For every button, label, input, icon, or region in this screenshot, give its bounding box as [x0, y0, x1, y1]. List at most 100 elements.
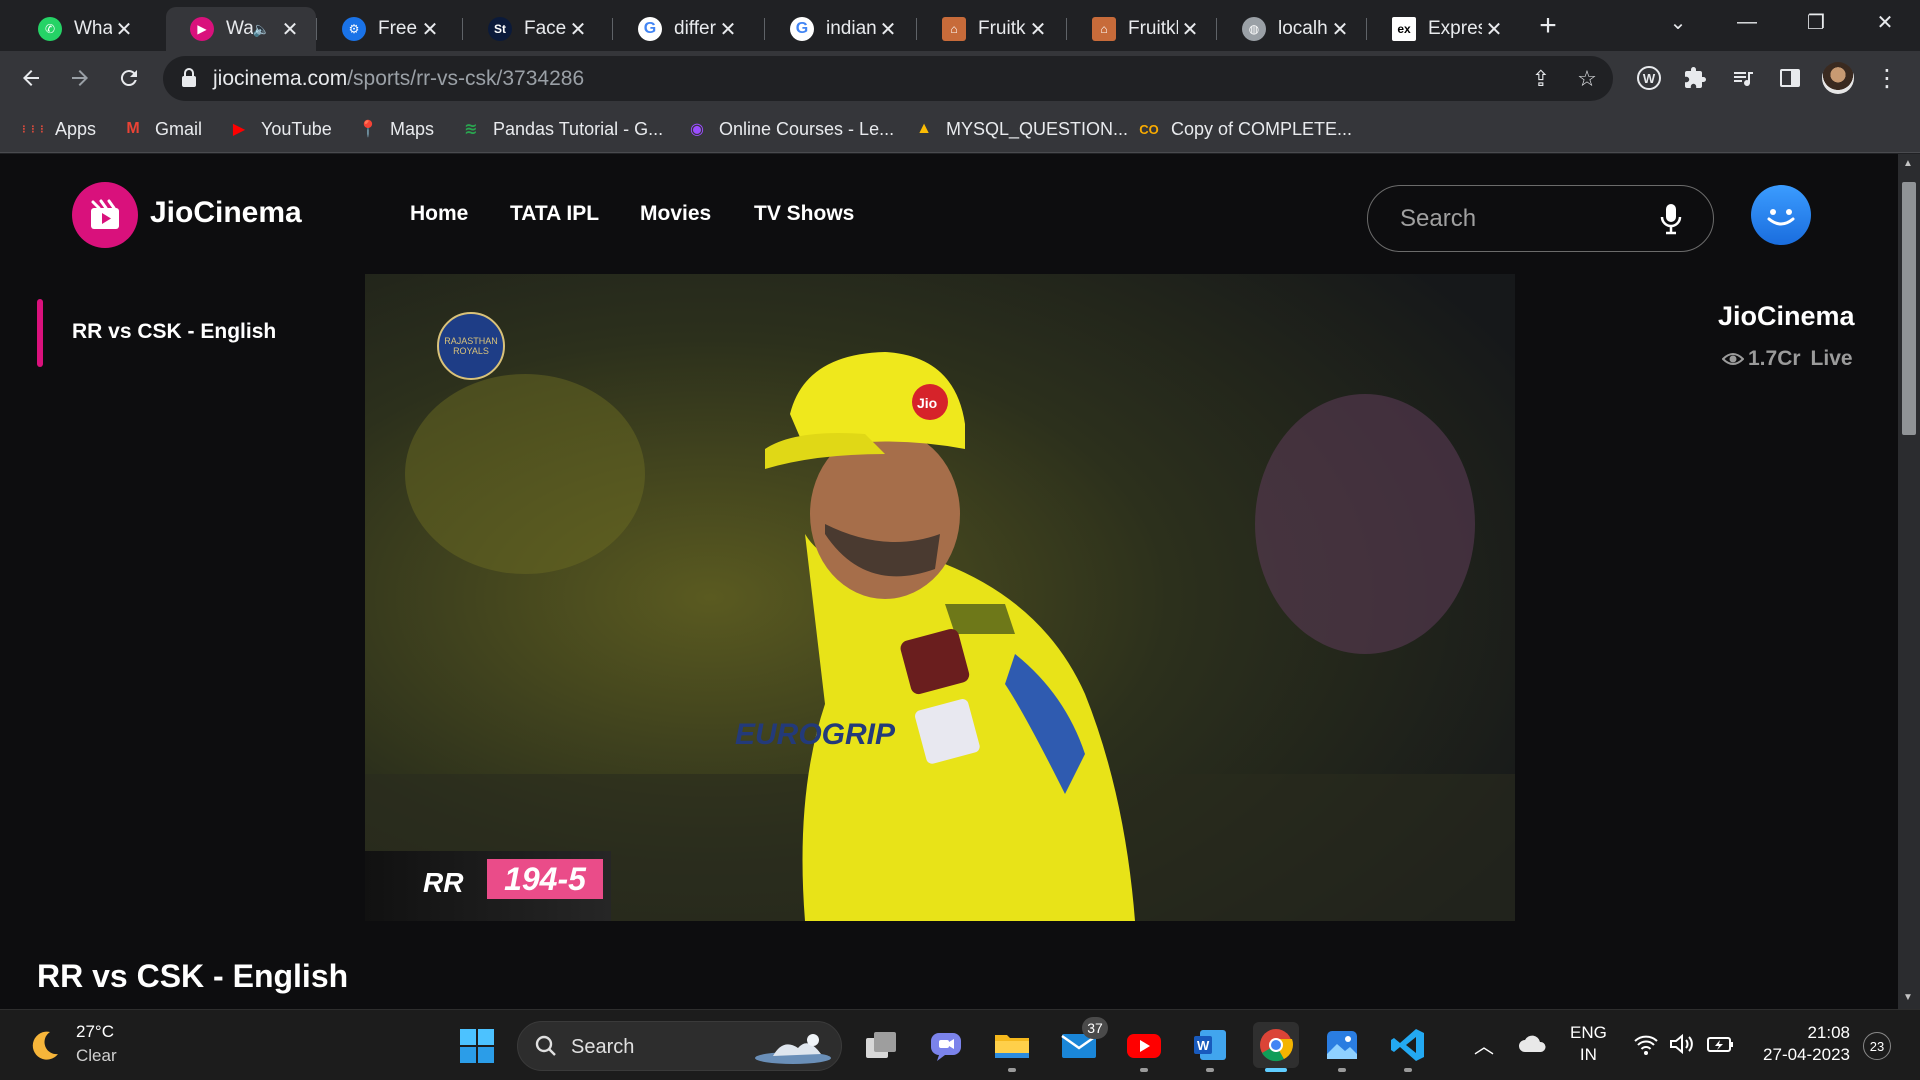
colab-icon: CO: [1139, 121, 1159, 137]
minimize-button[interactable]: —: [1717, 4, 1777, 40]
teams-chat-icon[interactable]: [923, 1022, 969, 1068]
word-icon[interactable]: W: [1187, 1022, 1233, 1072]
close-tab-icon[interactable]: ✕: [112, 17, 136, 41]
side-stream-item[interactable]: RR vs CSK - English: [72, 320, 276, 344]
task-view-icon[interactable]: [858, 1022, 904, 1068]
nav-movies[interactable]: Movies: [640, 202, 711, 226]
chrome-icon[interactable]: [1253, 1022, 1299, 1072]
weather-temperature[interactable]: 27°C: [76, 1022, 114, 1042]
bookmark-item[interactable]: 📍 Maps: [357, 116, 434, 142]
running-indicator: [1206, 1068, 1214, 1072]
browser-tab[interactable]: ⌂ Fruitkh✕: [1068, 7, 1216, 51]
share-icon[interactable]: ⇪: [1527, 65, 1555, 93]
bookmark-item[interactable]: CO Copy of COMPLETE...: [1138, 116, 1352, 142]
bookmark-item[interactable]: M Gmail: [122, 116, 202, 142]
speaker-icon[interactable]: 🔈: [253, 21, 270, 38]
browser-tab[interactable]: ✆ WhatsA✕: [14, 7, 150, 51]
url-text: jiocinema.com/sports/rr-vs-csk/3734286: [213, 67, 584, 91]
close-tab-icon[interactable]: ✕: [566, 17, 590, 41]
back-button[interactable]: [12, 59, 50, 97]
wifi-icon[interactable]: [1633, 1032, 1659, 1056]
url-path: /sports/rr-vs-csk/3734286: [347, 67, 585, 90]
close-tab-icon[interactable]: ✕: [1328, 17, 1352, 41]
browser-tab[interactable]: Gdiffere✕: [614, 7, 754, 51]
system-clock[interactable]: 21:08 27-04-2023: [1750, 1022, 1850, 1066]
close-tab-icon[interactable]: ✕: [278, 17, 302, 41]
rajasthan-royals-logo: RAJASTHAN ROYALS: [437, 312, 505, 380]
tab-separator: [916, 18, 917, 40]
taskbar-search[interactable]: Search: [517, 1021, 842, 1071]
page-scrollbar[interactable]: ▲ ▼: [1898, 154, 1920, 1009]
brand-name[interactable]: JioCinema: [150, 196, 302, 230]
extensions-puzzle-icon[interactable]: [1676, 59, 1714, 97]
weather-description[interactable]: Clear: [76, 1046, 117, 1066]
close-tab-icon[interactable]: ✕: [876, 17, 900, 41]
reload-button[interactable]: [110, 59, 148, 97]
close-tab-icon[interactable]: ✕: [1026, 17, 1050, 41]
video-player[interactable]: Jio EUROGRIP RAJASTHAN ROYALS RR 194-5: [365, 274, 1515, 921]
browser-tab[interactable]: ⚙ Free Ic✕: [318, 7, 456, 51]
notification-count[interactable]: 23: [1863, 1032, 1891, 1060]
extension-w-icon[interactable]: W: [1630, 59, 1668, 97]
tab-title: Expres: [1428, 18, 1482, 39]
address-bar[interactable]: jiocinema.com/sports/rr-vs-csk/3734286 ⇪…: [163, 56, 1613, 101]
jiocinema-logo[interactable]: [72, 182, 138, 248]
moon-weather-icon[interactable]: [26, 1028, 62, 1064]
speaker-volume-icon[interactable]: [1668, 1032, 1696, 1056]
tray-chevron-up-icon[interactable]: ︿: [1474, 1030, 1494, 1059]
photos-icon[interactable]: [1319, 1022, 1365, 1072]
bookmark-item[interactable]: ≋ Pandas Tutorial - G...: [460, 116, 663, 142]
bookmark-item[interactable]: ⋮⋮⋮ Apps: [20, 116, 97, 142]
mail-icon[interactable]: 37: [1056, 1017, 1108, 1068]
new-tab-button[interactable]: +: [1530, 8, 1566, 44]
nav-tata-ipl[interactable]: TATA IPL: [510, 202, 599, 226]
site-search-input[interactable]: [1400, 204, 1650, 234]
browser-tab[interactable]: ◍ localho✕: [1218, 7, 1366, 51]
tab-separator: [1066, 18, 1067, 40]
browser-tab[interactable]: Gindian ✕: [766, 7, 914, 51]
nav-home[interactable]: Home: [410, 202, 468, 226]
tab-search-chevron-icon[interactable]: ⌄: [1648, 4, 1708, 40]
close-window-button[interactable]: ✕: [1855, 4, 1915, 40]
youtube-app-icon[interactable]: [1121, 1022, 1167, 1072]
onedrive-cloud-icon[interactable]: [1518, 1034, 1548, 1054]
view-info: 1.7Cr Live: [1722, 347, 1853, 371]
windows-start-icon[interactable]: [459, 1028, 495, 1064]
bookmark-star-icon[interactable]: ☆: [1573, 65, 1601, 93]
file-explorer-icon[interactable]: [989, 1022, 1035, 1072]
input-language[interactable]: ENG IN: [1570, 1022, 1607, 1066]
restore-button[interactable]: ❐: [1786, 4, 1846, 40]
forward-button[interactable]: [61, 59, 99, 97]
bookmark-item[interactable]: ◉ Online Courses - Le...: [686, 116, 894, 142]
profile-avatar[interactable]: [1819, 59, 1857, 97]
side-panel-icon[interactable]: [1771, 59, 1809, 97]
user-avatar[interactable]: [1751, 185, 1811, 245]
scroll-up-arrow-icon[interactable]: ▲: [1903, 158, 1913, 169]
taskbar-search-label: Search: [571, 1036, 635, 1058]
battery-charging-icon[interactable]: [1706, 1032, 1734, 1056]
score-value: 194-5: [487, 859, 603, 899]
close-tab-icon[interactable]: ✕: [1482, 17, 1506, 41]
nav-tv-shows[interactable]: TV Shows: [754, 202, 854, 226]
microphone-icon[interactable]: [1660, 203, 1682, 235]
scroll-down-arrow-icon[interactable]: ▼: [1903, 992, 1913, 1003]
close-tab-icon[interactable]: ✕: [418, 17, 442, 41]
match-video-frame: Jio EUROGRIP: [365, 274, 1515, 921]
browser-tab[interactable]: ▶ Wa 🔈 ✕: [166, 7, 316, 51]
bookmark-item[interactable]: ▶ YouTube: [228, 116, 332, 142]
svg-text:W: W: [1197, 1038, 1210, 1053]
close-tab-icon[interactable]: ✕: [716, 17, 740, 41]
browser-tab[interactable]: ⌂ Fruitkh✕: [918, 7, 1064, 51]
media-control-icon[interactable]: [1724, 59, 1762, 97]
bookmark-label: YouTube: [261, 118, 332, 139]
chrome-menu-icon[interactable]: ⋮: [1868, 59, 1906, 97]
browser-tab[interactable]: ex Expres ✕: [1368, 7, 1520, 51]
close-tab-icon[interactable]: ✕: [1178, 17, 1202, 41]
scrollbar-thumb[interactable]: [1902, 182, 1916, 435]
bookmark-label: Pandas Tutorial - G...: [493, 118, 664, 139]
tab-title: Free Ic: [378, 18, 418, 39]
team-logo-text: RAJASTHAN ROYALS: [444, 336, 498, 356]
vscode-icon[interactable]: [1385, 1022, 1431, 1072]
bookmark-item[interactable]: ▲ MYSQL_QUESTION...: [913, 116, 1128, 142]
browser-tab[interactable]: St Faceles✕: [464, 7, 604, 51]
